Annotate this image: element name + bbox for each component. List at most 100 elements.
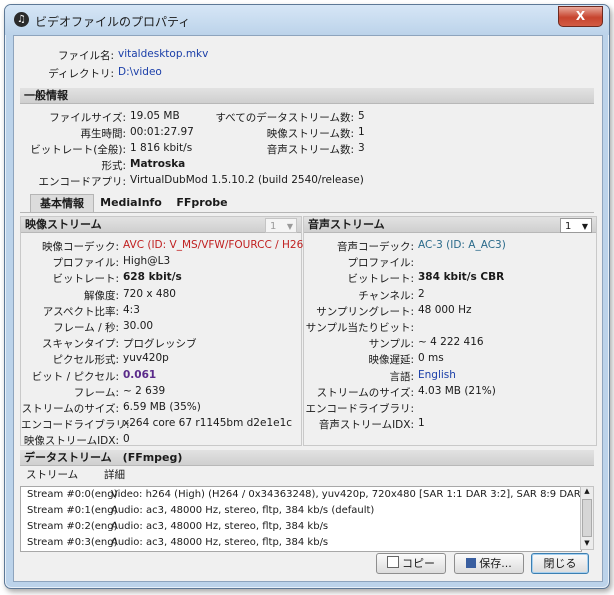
directory-label: ディレクトリ: [48,68,114,80]
video-field-value: 4:3 [123,303,140,316]
stream-cell: Stream #0:0(eng) [27,489,118,500]
table-row[interactable]: Stream #0:2(eng) Audio: ac3, 48000 Hz, st… [21,519,581,535]
video-field-label: 映像コーデック: [41,241,119,253]
general-info-label: ファイルサイズ: [49,112,126,124]
general-info-value: Matroska [130,158,186,170]
dialog-client: ファイル名: vitaldesktop.mkv ディレクトリ: D:\video… [13,35,603,582]
video-stream-select[interactable]: 1 ▼ [265,218,297,233]
video-field-value: 30.00 [123,320,154,332]
detail-cell: Audio: ac3, 48000 Hz, stereo, fltp, 384 … [111,521,329,532]
video-field-label: ピクセル形式: [52,354,119,367]
table-row[interactable]: Stream #0:3(eng) Audio: ac3, 48000 Hz, st… [21,535,581,551]
video-field-label: ストリームのサイズ: [21,403,119,415]
general-info-value: 5 [358,110,365,122]
video-field-value: 720 x 480 [123,287,176,300]
title-bar[interactable]: ♫ ビデオファイルのプロパティ X [5,5,609,35]
tab-basic-info[interactable]: 基本情報 [30,194,94,213]
video-field-value: High@L3 [123,255,171,268]
tab-divider [20,212,594,213]
table-row[interactable]: Stream #0:0(eng) Video: h264 (High) (H264… [21,487,581,503]
detail-cell: Audio: ac3, 48000 Hz, stereo, fltp, 384 … [111,537,329,548]
column-detail[interactable]: 詳細 [104,467,125,483]
general-info-value: 00:01:27.97 [130,126,194,138]
stream-cell: Stream #0:2(eng) [27,521,118,532]
audio-field-value: 0 ms [418,352,444,365]
tab-ffprobe[interactable]: FFprobe [172,194,232,212]
audio-field-label: ビットレート: [347,273,414,286]
general-info-label: エンコードアプリ: [38,176,126,188]
app-icon: ♫ [14,12,29,27]
datastreams-header: データストリーム (FFmpeg) [20,450,594,466]
general-info-label: ビットレート(全般): [30,144,126,156]
chevron-down-icon: ▼ [581,222,588,231]
column-stream[interactable]: ストリーム [26,467,78,483]
scrollbar-thumb[interactable] [582,499,592,537]
audio-field-label: プロファイル: [347,257,414,270]
general-info-value: VirtualDubMod 1.5.10.2 (build 2540/relea… [130,174,364,186]
video-field-value: 0.061 [123,368,157,381]
general-info-label: 形式: [101,160,126,172]
general-info-value: 3 [358,142,365,154]
audio-stream-select[interactable]: 1 ▼ [560,218,592,233]
video-field-label: フレーム / 秒: [53,322,119,334]
window-title: ビデオファイルのプロパティ [35,15,191,29]
copy-button[interactable]: コピー [376,553,446,574]
audio-field-label: サンプリングレート: [316,305,414,318]
general-info-label: 映像ストリーム数: [266,128,354,140]
video-stream-header: 映像ストリーム [21,217,301,233]
general-info-label: すべてのデータストリーム数: [215,112,354,124]
audio-field-value: AC-3 (ID: A_AC3) [418,239,506,251]
video-field-value: yuv420p [123,352,169,365]
properties-window: ♫ ビデオファイルのプロパティ X ファイル名: vitaldesktop.mk… [4,4,610,589]
save-button[interactable]: 保存... [454,553,524,574]
close-button[interactable]: 閉じる [531,553,589,574]
general-info-label: 音声ストリーム数: [266,144,354,156]
video-field-value: 0 [123,433,130,446]
general-info-value: 19.05 MB [130,110,180,122]
audio-field-label: チャンネル: [358,289,414,302]
video-stream-select-value: 1 [270,221,277,232]
audio-field-label: 音声ストリームIDX: [318,419,414,432]
audio-field-value: 48 000 Hz [418,303,472,316]
scroll-down-icon[interactable]: ▼ [582,539,592,549]
audio-field-value: ~ 4 222 416 [418,336,484,349]
video-field-label: 映像ストリームIDX: [23,435,119,448]
audio-field-label: サンプル当たりビット: [305,322,414,334]
copy-button-label: コピー [402,557,435,570]
file-name-link[interactable]: vitaldesktop.mkv [118,48,208,60]
floppy-disk-icon [466,558,477,568]
audio-field-value: 2 [418,287,425,300]
audio-field-label: 言語: [389,370,414,383]
general-info-value: 1 [358,126,365,138]
datastreams-column-header: ストリーム 詳細 [20,467,586,483]
file-name-label: ファイル名: [57,50,114,62]
stream-cell: Stream #0:1(eng) [27,505,118,516]
audio-field-label: 映像遅延: [368,354,414,367]
scroll-up-icon[interactable]: ▲ [582,487,592,497]
audio-field-label: 音声コーデック: [336,241,414,253]
audio-stream-header: 音声ストリーム [304,217,596,233]
video-field-label: ビットレート: [52,273,119,286]
audio-field-label: ストリームのサイズ: [316,386,414,399]
directory-link[interactable]: D:\video [118,66,162,78]
chevron-down-icon: ▼ [286,222,293,231]
general-info-label: 再生時間: [80,128,126,140]
datastreams-scrollbar[interactable]: ▲ ▼ [580,486,594,550]
video-field-label: アスペクト比率: [42,305,119,318]
video-field-label: エンコードライブラリ: [21,419,130,432]
tab-mediainfo[interactable]: MediaInfo [98,194,164,212]
general-info-header: 一般情報 [20,88,594,104]
audio-stream-panel: 音声ストリーム 1 ▼ 音声コーデック: AC-3 (ID: A_AC3) プロファ… [303,216,597,446]
window-close-button[interactable]: X [558,6,603,27]
table-row[interactable]: Stream #0:1(eng) Audio: ac3, 48000 Hz, st… [21,503,581,519]
save-button-label: 保存... [479,557,512,570]
video-field-label: スキャンタイプ: [41,338,119,351]
datastreams-list[interactable]: Stream #0:0(eng) Video: h264 (High) (H264… [20,486,582,552]
video-stream-panel: 映像ストリーム 1 ▼ 映像コーデック: AVC (ID: V_MS/VFW/FO… [20,216,314,448]
video-field-label: フレーム: [73,386,119,399]
video-field-value: AVC (ID: V_MS/VFW/FOURCC / H264) [123,239,315,251]
detail-cell: Video: h264 (High) (H264 / 0x34363248), … [111,489,581,500]
detail-cell: Audio: ac3, 48000 Hz, stereo, fltp, 384 … [111,505,375,516]
video-field-label: ビット / ピクセル: [31,370,119,383]
video-field-value: 628 kbit/s [123,271,182,284]
